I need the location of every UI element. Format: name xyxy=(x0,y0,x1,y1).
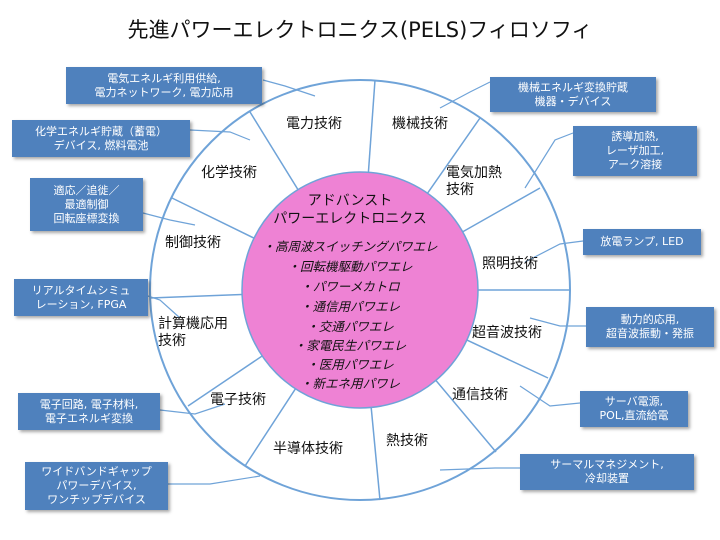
center-item: ・交通パワエレ xyxy=(306,319,394,334)
segment-chemical: 化学技術 xyxy=(201,165,257,181)
center-item: ・通信用パワエレ xyxy=(299,299,400,314)
segment-computer-application: 計算機応用 技術 xyxy=(158,316,228,349)
center-item: ・高周波スイッチングパワエレ xyxy=(262,239,438,254)
box-lighting: 放電ランプ, LED xyxy=(583,229,701,255)
center-item: ・新エネ用パワレ xyxy=(299,376,400,391)
box-communication: サーバ電源, POL,直流給電 xyxy=(580,391,688,427)
segment-electric-power: 電力技術 xyxy=(286,116,342,132)
segment-electronics: 電子技術 xyxy=(210,392,266,408)
segment-semiconductor: 半導体技術 xyxy=(273,441,343,457)
box-electric-heating: 誘導加熱, レーザ加工, アーク溶接 xyxy=(573,126,697,176)
segment-communication: 通信技術 xyxy=(452,387,508,403)
segment-lighting: 照明技術 xyxy=(482,256,538,272)
box-computer-application: リアルタイムシミュ レーション, FPGA xyxy=(14,279,148,316)
box-mechanical: 機械エネルギ変換貯蔵 機器・デバイス xyxy=(490,77,656,112)
box-chemical: 化学エネルギ貯蔵（蓄電） デバイス, 燃料電池 xyxy=(12,120,190,157)
center-item: ・パワーメカトロ xyxy=(300,279,400,294)
center-title: アドバンスト パワーエレクトロニクス xyxy=(273,193,427,227)
connector xyxy=(439,81,491,109)
segment-control: 制御技術 xyxy=(165,235,221,251)
segment-mechanical: 機械技術 xyxy=(392,116,448,132)
connector xyxy=(168,475,261,485)
center-item: ・家電民生パワエレ xyxy=(293,338,407,353)
box-electric-power: 電気エネルギ利用供給, 電力ネットワーク, 電力応用 xyxy=(66,67,262,104)
center-item: ・医用パワエレ xyxy=(306,357,394,372)
box-thermal: サーマルマネジメント, 冷却装置 xyxy=(520,454,694,490)
box-ultrasonic: 動力的応用, 超音波振動・発振 xyxy=(586,307,714,347)
box-control: 適応／追徙／ 最適制御 回転座標変換 xyxy=(30,178,143,231)
center-item: ・回転機駆動パワエレ xyxy=(287,259,413,274)
segment-ultrasonic: 超音波技術 xyxy=(472,325,542,341)
box-electronics: 電子回路, 電子材料, 電子エネルギ変換 xyxy=(18,393,160,430)
segment-thermal: 熱技術 xyxy=(386,433,428,449)
box-semiconductor: ワイドバンドギャップ パワーデバイス, ワンチップデバイス xyxy=(25,462,168,510)
